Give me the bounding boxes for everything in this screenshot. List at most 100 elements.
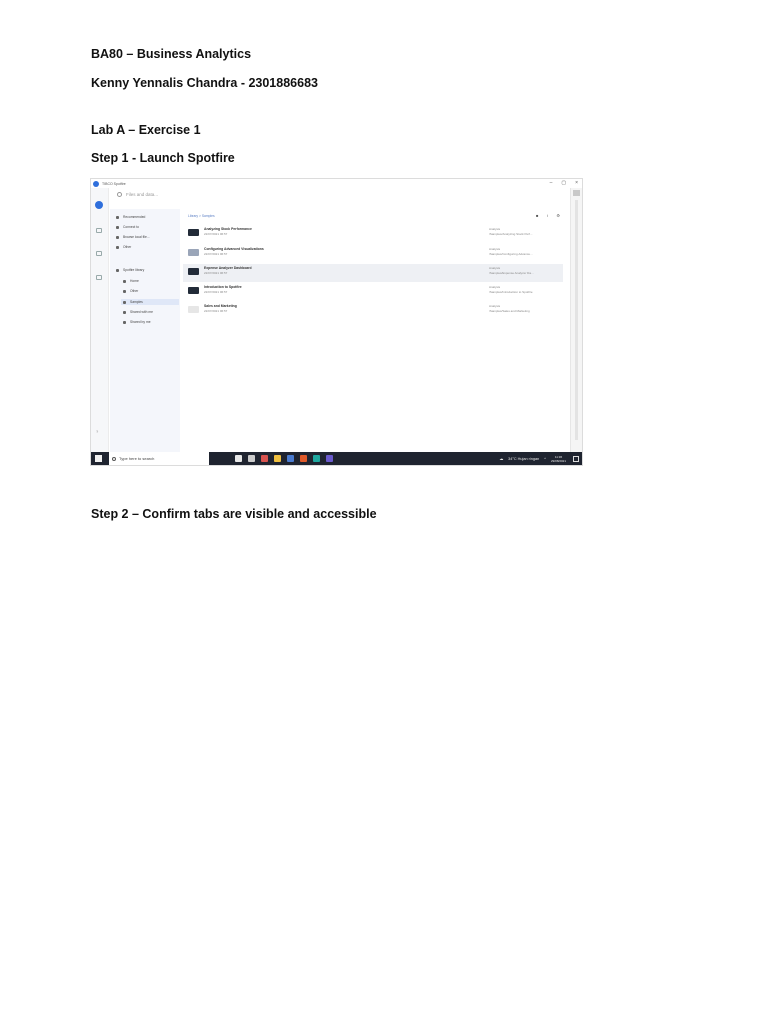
analysis-thumbnail-icon [188,268,199,275]
analysis-thumbnail-icon [188,229,199,236]
taskbar-app-icon[interactable] [261,455,268,462]
taskbar-app-icon[interactable] [287,455,294,462]
sort-icon[interactable]: ↕ [546,213,548,218]
folder-icon [123,289,126,293]
file-row[interactable]: Analyzing Stock Performance 22/07/2021 0… [183,225,563,243]
file-type: Analysis [489,227,501,231]
analysis-thumbnail-icon [188,306,199,313]
taskbar-app-icon[interactable] [235,455,242,462]
lab-heading: Lab A – Exercise 1 [91,123,201,137]
taskbar-search-text: Type here to search [119,456,155,461]
step-1-heading: Step 1 - Launch Spotfire [91,151,235,165]
windows-taskbar: Type here to search ☁ 34°C Hujan ringan … [91,452,582,465]
file-name: Configuring Advanced Visualizations [204,247,264,251]
window-title: TIBCO Spotfire [102,181,126,186]
share-icon [123,310,126,314]
file-date: 22/07/2021 06:57 [204,271,228,275]
file-name: Expense Analyzer Dashboard [204,266,252,270]
search-icon [117,192,122,197]
file-date: 22/07/2021 06:57 [204,309,228,313]
windows-start-icon[interactable] [95,455,102,462]
weather-text[interactable]: 34°C Hujan ringan [508,457,539,461]
share-icon [123,320,126,324]
file-name: Analyzing Stock Performance [204,227,252,231]
connect-icon [116,225,119,229]
nav-item-connect[interactable]: Connect to [116,225,139,229]
clock[interactable]: 11:36 29/08/2021 [551,455,566,463]
visualization-icon[interactable] [96,251,102,256]
spotfire-screenshot: TIBCO Spotfire – ▢ × ? Files and data...… [90,178,583,466]
folder-icon [123,300,126,304]
nav-item-other[interactable]: Other [123,289,138,293]
taskbar-apps [235,455,333,462]
file-type: Analysis [489,266,501,270]
files-icon[interactable] [96,228,102,233]
window-titlebar: TIBCO Spotfire – ▢ × [91,179,582,188]
file-type: Analysis [489,304,501,308]
analysis-thumbnail-icon [188,249,199,256]
file-path: /Samples/Sales and Marketing [489,309,530,313]
file-row[interactable]: Sales and Marketing 22/07/2021 06:57 Ana… [183,302,563,320]
help-icon[interactable]: ? [96,429,98,434]
file-path: /Samples/Expense Analyzer Da... [489,271,534,275]
breadcrumb[interactable]: Library > Samples [188,214,215,218]
navigation-panel: Recommended Connect to Browse local file… [110,209,180,454]
library-icon [116,268,119,272]
file-date: 22/07/2021 06:57 [204,290,228,294]
system-tray: ☁ 34°C Hujan ringan ^ 11:36 29/08/2021 [499,455,566,463]
nav-item-shared-by-me[interactable]: Shared by me [123,320,151,324]
file-row[interactable]: Configuring Advanced Visualizations 22/0… [183,245,563,263]
nav-item-shared-with-me[interactable]: Shared with me [123,310,153,314]
taskbar-app-icon[interactable] [326,455,333,462]
left-rail: ? [91,188,109,454]
notification-icon[interactable] [573,455,579,462]
maximize-button[interactable]: ▢ [561,179,566,188]
folder-icon[interactable]: ■ [536,213,538,218]
file-path: /Samples/Introduction to Spotfire [489,290,533,294]
minimize-button[interactable]: – [550,179,553,188]
file-date: 22/07/2021 06:57 [204,232,228,236]
file-type: Analysis [489,247,501,251]
taskbar-app-icon[interactable] [300,455,307,462]
file-row[interactable]: Expense Analyzer Dashboard 22/07/2021 06… [183,264,563,282]
taskbar-app-icon[interactable] [313,455,320,462]
other-icon [116,245,119,249]
weather-icon[interactable]: ☁ [499,456,503,461]
nav-item-home[interactable]: Home [123,279,139,283]
search-input[interactable]: Files and data... [126,192,158,197]
nav-item-library[interactable]: Spotfire library [116,268,144,272]
scroll-thumb[interactable] [573,190,580,196]
taskbar-search[interactable]: Type here to search [109,452,209,465]
file-type: Analysis [489,285,501,289]
data-icon[interactable] [96,275,102,280]
vertical-scrollbar[interactable] [570,188,582,454]
home-icon[interactable] [95,201,103,209]
file-row[interactable]: Introduction to Spotfire 22/07/2021 06:5… [183,283,563,301]
files-search[interactable]: Files and data... [117,192,158,197]
search-icon [112,456,116,461]
file-path: /Samples/Analyzing Stock Perf... [489,232,533,236]
scroll-track[interactable] [575,200,578,440]
step-2-heading: Step 2 – Confirm tabs are visible and ac… [91,507,377,521]
spotfire-logo-icon [93,180,99,187]
nav-item-other-top[interactable]: Other [116,245,131,249]
file-list: Library > Samples ■ ↕ ⚙ Analyzing Stock … [183,209,568,454]
nav-item-browse-local[interactable]: Browse local file... [116,235,150,239]
taskbar-app-icon[interactable] [274,455,281,462]
close-button[interactable]: × [575,179,578,188]
nav-item-samples[interactable]: Samples [121,299,179,305]
course-title: BA80 – Business Analytics [91,47,252,61]
file-name: Introduction to Spotfire [204,285,242,289]
folder-icon [123,279,126,283]
taskbar-app-icon[interactable] [248,455,255,462]
student-name: Kenny Yennalis Chandra - 2301886683 [91,76,318,90]
settings-icon[interactable]: ⚙ [556,213,560,218]
nav-item-recommended[interactable]: Recommended [116,215,145,219]
recommended-icon [116,215,119,219]
folder-icon [116,235,119,239]
file-name: Sales and Marketing [204,304,237,308]
analysis-thumbnail-icon [188,287,199,294]
file-date: 22/07/2021 06:57 [204,252,228,256]
tray-chevron-icon[interactable]: ^ [544,457,546,461]
file-path: /Samples/Configuring Advance... [489,252,533,256]
